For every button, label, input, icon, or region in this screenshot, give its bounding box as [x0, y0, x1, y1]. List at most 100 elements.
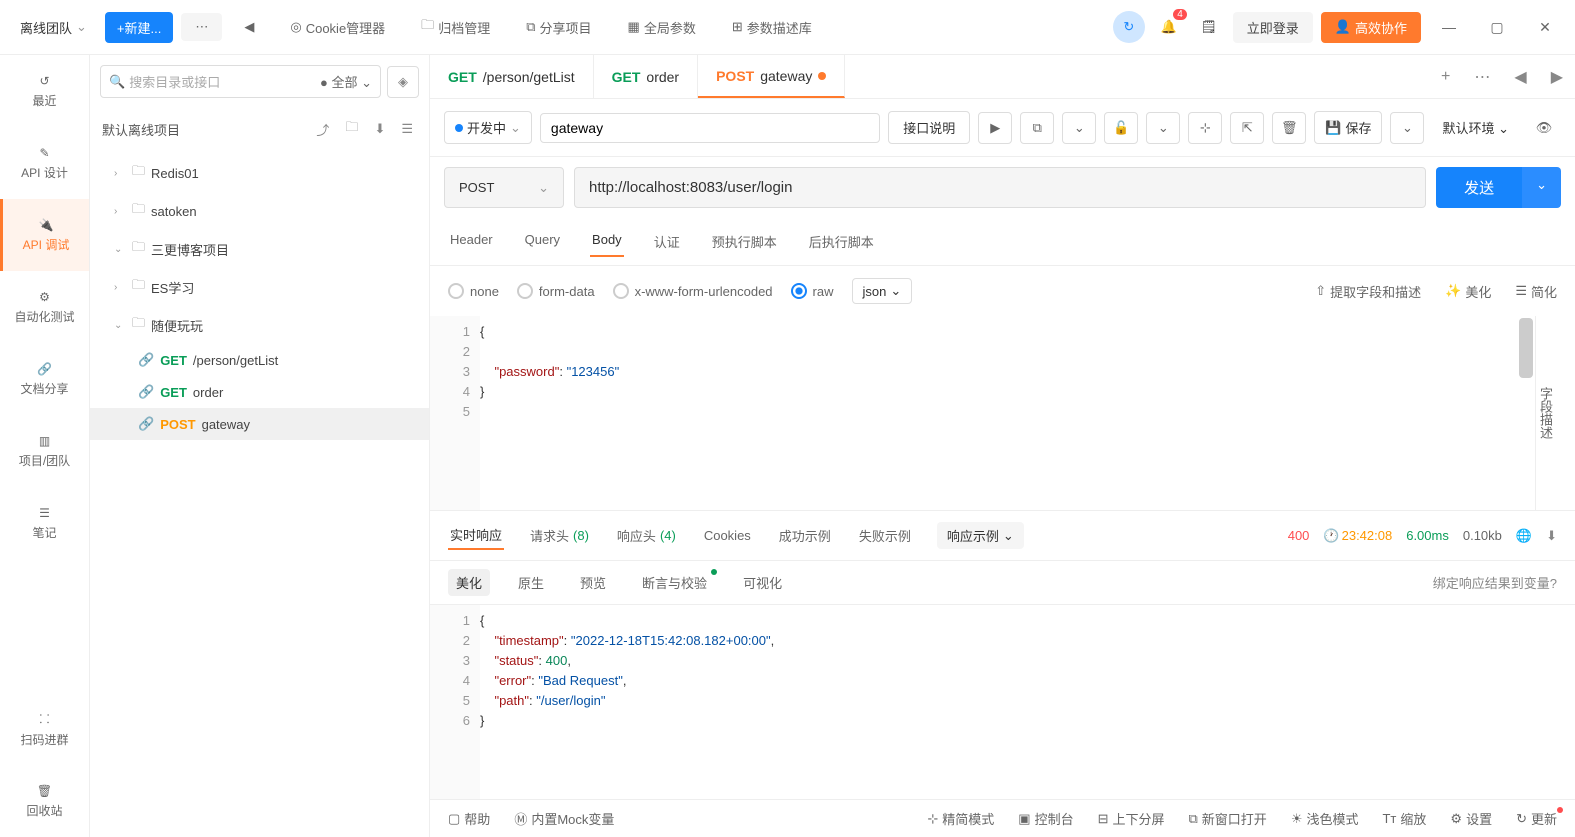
nav-scan[interactable]: ⸬扫码进群: [0, 693, 89, 765]
req-tab-header[interactable]: Header: [448, 226, 495, 257]
beautify-button[interactable]: ✨美化: [1445, 282, 1491, 301]
maximize-icon[interactable]: ▢: [1477, 19, 1517, 36]
radio-none[interactable]: none: [448, 283, 499, 299]
cookie-manager-button[interactable]: ◎ Cookie管理器: [276, 12, 399, 43]
view-tab-preview[interactable]: 预览: [572, 569, 614, 596]
search-input[interactable]: 🔍 搜索目录或接口 ● 全部 ⌄: [100, 65, 381, 98]
tree-api[interactable]: 🔗GET/person/getList: [90, 344, 429, 376]
copy-icon[interactable]: ⧉: [1020, 112, 1054, 144]
req-tab-post[interactable]: 后执行脚本: [807, 226, 876, 257]
view-tab-beautify[interactable]: 美化: [448, 569, 490, 596]
bind-result-link[interactable]: 绑定响应结果到变量?: [1433, 573, 1557, 592]
param-lib-button[interactable]: ⊞ 参数描述库: [718, 12, 826, 43]
response-editor[interactable]: 123456 { "timestamp": "2022-12-18T15:42:…: [430, 605, 1575, 799]
nav-share[interactable]: 🔗文档分享: [0, 343, 89, 415]
mock-button[interactable]: Ⓜ内置Mock变量: [514, 809, 614, 828]
content-type-selector[interactable]: json ⌄: [852, 278, 913, 304]
tree-folder[interactable]: ›🗀Redis01: [90, 154, 429, 192]
resp-example-selector[interactable]: 响应示例 ⌄: [937, 522, 1024, 549]
export-icon[interactable]: ⇱: [1230, 112, 1264, 144]
lock-icon[interactable]: 🔓: [1104, 112, 1138, 144]
description-button[interactable]: 接口说明: [888, 111, 970, 144]
nav-recent[interactable]: ↺最近: [0, 55, 89, 127]
help-button[interactable]: ▢帮助: [448, 809, 490, 828]
split-button[interactable]: ⊟上下分屏: [1098, 809, 1165, 828]
share-icon[interactable]: ⤴: [312, 118, 333, 141]
req-tab-auth[interactable]: 认证: [652, 226, 682, 257]
download-icon[interactable]: ⬇: [370, 119, 389, 139]
chevron-down-icon[interactable]: ⌄: [1390, 112, 1424, 144]
scrollbar[interactable]: [1519, 318, 1533, 378]
zoom-button[interactable]: Tт缩放: [1382, 809, 1426, 828]
tab-more-icon[interactable]: ⋯: [1462, 67, 1502, 87]
title-input[interactable]: [540, 113, 880, 143]
compact-button[interactable]: ⊹精简模式: [927, 809, 994, 828]
more-icon[interactable]: ⋯: [181, 13, 222, 41]
req-tab-pre[interactable]: 预执行脚本: [710, 226, 779, 257]
tree-folder[interactable]: ›🗀satoken: [90, 192, 429, 230]
resp-tab-resp-headers[interactable]: 响应头(4): [615, 522, 678, 549]
tab[interactable]: POSTgateway: [698, 55, 845, 98]
radio-urlencoded[interactable]: x-www-form-urlencoded: [613, 283, 773, 299]
globe-icon[interactable]: 🌐: [1516, 528, 1532, 544]
nav-note[interactable]: ☰笔记: [0, 487, 89, 559]
notification-icon[interactable]: 🔔4: [1153, 11, 1185, 43]
nav-project[interactable]: ▥项目/团队: [0, 415, 89, 487]
theme-button[interactable]: ☀浅色模式: [1291, 809, 1359, 828]
sync-icon[interactable]: ↻: [1113, 11, 1145, 43]
view-tab-assert[interactable]: 断言与校验: [634, 569, 715, 596]
nav-auto[interactable]: ⚙自动化测试: [0, 271, 89, 343]
settings-button[interactable]: ⚙设置: [1450, 809, 1492, 828]
extract-button[interactable]: ⇧提取字段和描述: [1315, 282, 1421, 301]
resp-tab-fail[interactable]: 失败示例: [857, 522, 913, 549]
locate-icon[interactable]: ◈: [387, 66, 419, 98]
view-tab-visual[interactable]: 可视化: [735, 569, 790, 596]
add-tab-icon[interactable]: +: [1429, 68, 1462, 86]
prev-tab-icon[interactable]: ◀: [1502, 67, 1538, 87]
next-tab-icon[interactable]: ▶: [1539, 67, 1575, 87]
send-dropdown-icon[interactable]: ⌄: [1522, 167, 1561, 208]
update-button[interactable]: ↻更新: [1516, 809, 1557, 828]
back-icon[interactable]: ◀: [230, 13, 268, 41]
global-params-button[interactable]: ▦ 全局参数: [614, 12, 710, 43]
login-button[interactable]: 立即登录: [1233, 12, 1313, 43]
tree-folder[interactable]: ⌄🗀三更博客项目: [90, 230, 429, 268]
minimize-icon[interactable]: —: [1429, 19, 1469, 35]
radio-formdata[interactable]: form-data: [517, 283, 595, 299]
resp-tab-realtime[interactable]: 实时响应: [448, 521, 504, 550]
new-folder-icon[interactable]: 🗀: [341, 116, 362, 142]
tree-folder[interactable]: ⌄🗀随便玩玩: [90, 306, 429, 344]
chevron-down-icon[interactable]: ⌄: [1062, 112, 1096, 144]
body-editor[interactable]: 12345 { "password": "123456" }: [430, 316, 1535, 510]
console-button[interactable]: ▣控制台: [1018, 809, 1073, 828]
resp-tab-req-headers[interactable]: 请求头(8): [528, 522, 591, 549]
tab[interactable]: GET/person/getList: [430, 55, 594, 98]
download-icon[interactable]: ⬇: [1546, 528, 1557, 544]
req-tab-body[interactable]: Body: [590, 226, 624, 257]
save-button[interactable]: 💾保存: [1314, 111, 1382, 144]
tab[interactable]: GETorder: [594, 55, 698, 98]
radio-raw[interactable]: raw: [791, 283, 834, 299]
feedback-icon[interactable]: 🗒: [1193, 11, 1225, 43]
tree-folder[interactable]: ›🗀ES学习: [90, 268, 429, 306]
nav-design[interactable]: ✎API 设计: [0, 127, 89, 199]
sort-icon[interactable]: ☰: [397, 119, 417, 139]
url-input[interactable]: [574, 167, 1426, 208]
chevron-down-icon[interactable]: ⌄: [1146, 112, 1180, 144]
env-selector[interactable]: 默认环境 ⌄: [1432, 112, 1519, 143]
status-selector[interactable]: 开发中 ⌄: [444, 111, 532, 144]
resp-tab-cookies[interactable]: Cookies: [702, 524, 753, 547]
nav-debug[interactable]: 🔌API 调试: [0, 199, 89, 271]
newwin-button[interactable]: ⧉新窗口打开: [1189, 809, 1267, 828]
eye-icon[interactable]: 👁: [1527, 112, 1561, 144]
send-button[interactable]: 发送: [1436, 167, 1522, 208]
branch-icon[interactable]: ⊹: [1188, 112, 1222, 144]
compact-button[interactable]: ☰简化: [1515, 282, 1557, 301]
new-button[interactable]: +新建...: [105, 12, 173, 43]
nav-trash[interactable]: 🗑回收站: [0, 765, 89, 837]
share-button[interactable]: ⧉ 分享项目: [512, 12, 605, 43]
collab-button[interactable]: 👤高效协作: [1321, 12, 1421, 43]
delete-icon[interactable]: 🗑: [1272, 112, 1306, 144]
archive-button[interactable]: 🗀 归档管理: [407, 10, 504, 44]
view-tab-raw[interactable]: 原生: [510, 569, 552, 596]
